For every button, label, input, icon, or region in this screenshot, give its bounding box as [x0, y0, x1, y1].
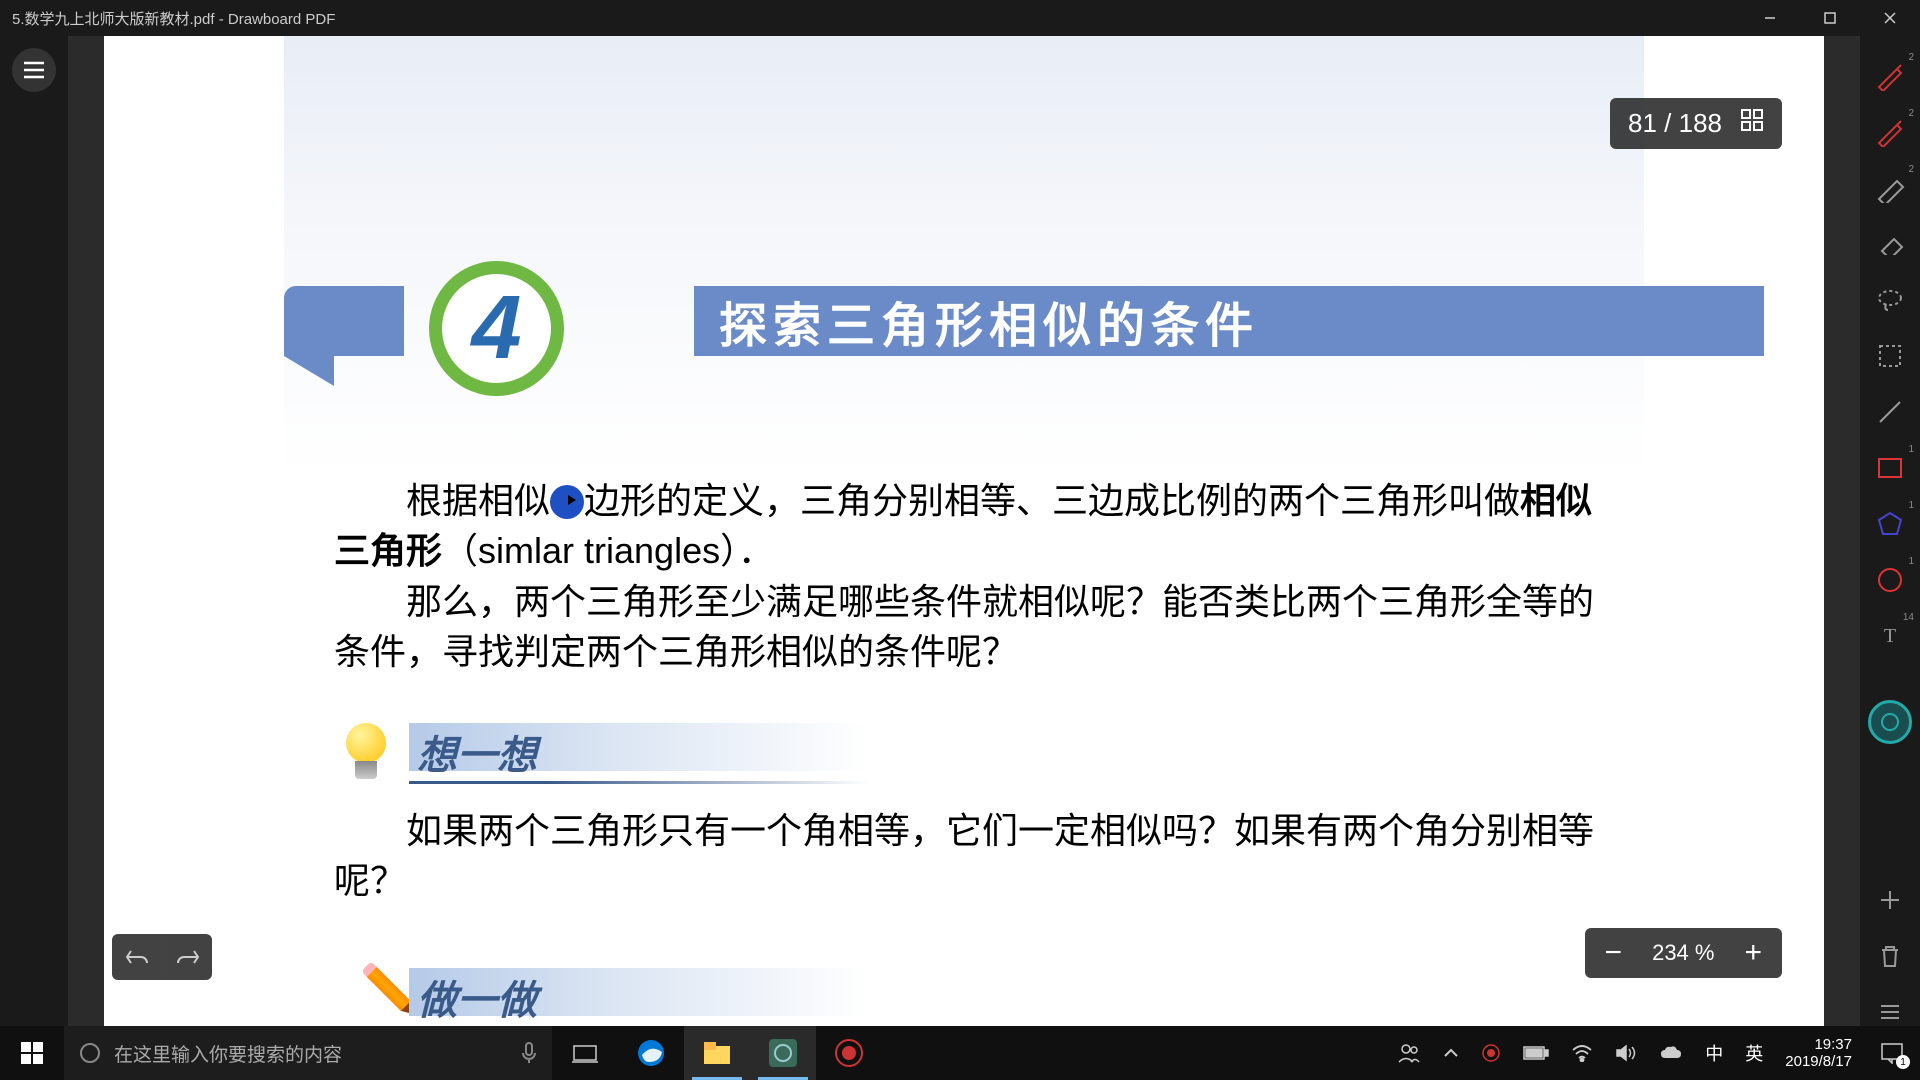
paragraph-1: 根据相似边形的定义，三角分别相等、三边成比例的两个三角形叫做相似三角形（siml… — [334, 476, 1594, 577]
taskbar: 在这里输入你要搜索的内容 中 英 19:37 2019/8/17 1 — [0, 1026, 1920, 1080]
undo-redo-controls — [112, 934, 212, 980]
zoom-in-button[interactable]: + — [1736, 936, 1770, 970]
line-tool[interactable] — [1860, 384, 1920, 440]
highlighter-tool[interactable]: 2 — [1860, 160, 1920, 216]
pen-tool-2[interactable]: 2 — [1860, 104, 1920, 160]
search-box[interactable]: 在这里输入你要搜索的内容 — [64, 1026, 552, 1080]
paragraph-2: 那么，两个三角形至少满足哪些条件就相似呢？能否类比两个三角形全等的条件，寻找判定… — [334, 577, 1594, 678]
body-paragraphs: 根据相似边形的定义，三角分别相等、三边成比例的两个三角形叫做相似三角形（siml… — [334, 476, 1594, 678]
app-body: 4 探索三角形相似的条件 根据相似边形的定义，三角分别相等、三边成比例的两个三角… — [0, 36, 1920, 1040]
target-tool[interactable] — [1860, 694, 1920, 750]
ime-indicator-2[interactable]: 英 — [1745, 1040, 1763, 1066]
window-title: 5.数学九上北师大版新教材.pdf - Drawboard PDF — [12, 8, 1740, 29]
record-app[interactable] — [816, 1026, 882, 1080]
cursor-indicator — [550, 485, 584, 519]
battery-icon[interactable] — [1523, 1045, 1549, 1061]
start-button[interactable] — [0, 1026, 64, 1080]
zoom-out-button[interactable]: − — [1597, 936, 1631, 970]
text-tool[interactable]: T14 — [1860, 608, 1920, 664]
close-button[interactable] — [1860, 0, 1920, 36]
camera-app[interactable] — [750, 1026, 816, 1080]
system-tray: 中 英 19:37 2019/8/17 1 — [1397, 1035, 1920, 1071]
onedrive-icon[interactable] — [1659, 1044, 1683, 1062]
mic-icon[interactable] — [520, 1041, 538, 1065]
think-text: 如果两个三角形只有一个角相等，它们一定相似吗？如果有两个角分别相等呢？ — [334, 806, 1594, 907]
cortana-icon — [78, 1041, 102, 1065]
tool-sidebar: 2 2 2 1 1 1 T14 — [1860, 36, 1920, 1040]
ime-indicator-1[interactable]: 中 — [1705, 1040, 1723, 1066]
lightbulb-icon — [334, 721, 399, 786]
section-tab — [284, 286, 404, 356]
notifications-button[interactable]: 1 — [1874, 1035, 1910, 1071]
rectangle-tool[interactable]: 1 — [1860, 440, 1920, 496]
circle-tool[interactable]: 1 — [1860, 552, 1920, 608]
trash-button[interactable] — [1860, 928, 1920, 984]
redo-button[interactable] — [162, 934, 212, 980]
clock[interactable]: 19:37 2019/8/17 — [1785, 1036, 1852, 1071]
pen-tool-1[interactable]: 2 — [1860, 48, 1920, 104]
page-counter[interactable]: 81 / 188 — [1610, 98, 1782, 149]
section-number: 4 — [471, 277, 521, 380]
minimize-button[interactable] — [1740, 0, 1800, 36]
select-tool[interactable] — [1860, 328, 1920, 384]
zoom-value[interactable]: 234 % — [1652, 940, 1714, 966]
pdf-page: 4 探索三角形相似的条件 根据相似边形的定义，三角分别相等、三边成比例的两个三角… — [284, 36, 1644, 1006]
edge-app[interactable] — [618, 1026, 684, 1080]
pencil-icon — [334, 966, 399, 1031]
document-viewport[interactable]: 4 探索三角形相似的条件 根据相似边形的定义，三角分别相等、三边成比例的两个三角… — [68, 36, 1860, 1040]
undo-button[interactable] — [112, 934, 162, 980]
task-view-button[interactable] — [552, 1026, 618, 1080]
wifi-icon[interactable] — [1571, 1044, 1593, 1062]
do-header: 做一做 — [334, 966, 1594, 1031]
section-title: 探索三角形相似的条件 — [694, 286, 1764, 356]
eraser-tool[interactable] — [1860, 216, 1920, 272]
title-bar: 5.数学九上北师大版新教材.pdf - Drawboard PDF — [0, 0, 1920, 36]
think-title: 想一想 — [409, 723, 869, 781]
maximize-button[interactable] — [1800, 0, 1860, 36]
section-header: 4 探索三角形相似的条件 — [284, 286, 1764, 356]
people-icon[interactable] — [1397, 1042, 1421, 1064]
think-header: 想一想 — [334, 721, 1594, 786]
zoom-controls: − 234 % + — [1585, 928, 1782, 978]
thumbnails-icon[interactable] — [1740, 108, 1764, 139]
tray-expand-icon[interactable] — [1443, 1047, 1459, 1059]
do-title: 做一做 — [409, 968, 869, 1026]
think-section: 想一想 如果两个三角形只有一个角相等，它们一定相似吗？如果有两个角分别相等呢？ — [334, 721, 1594, 907]
tray-record-icon[interactable] — [1481, 1043, 1501, 1063]
volume-icon[interactable] — [1615, 1043, 1637, 1063]
menu-button[interactable] — [12, 48, 56, 92]
polygon-tool[interactable]: 1 — [1860, 496, 1920, 552]
left-sidebar — [0, 36, 68, 1040]
page-background: 4 探索三角形相似的条件 根据相似边形的定义，三角分别相等、三边成比例的两个三角… — [104, 36, 1824, 1040]
add-tool-button[interactable] — [1860, 872, 1920, 928]
section-number-circle: 4 — [429, 261, 564, 396]
search-placeholder: 在这里输入你要搜索的内容 — [114, 1040, 342, 1067]
lasso-tool[interactable] — [1860, 272, 1920, 328]
file-explorer-app[interactable] — [684, 1026, 750, 1080]
